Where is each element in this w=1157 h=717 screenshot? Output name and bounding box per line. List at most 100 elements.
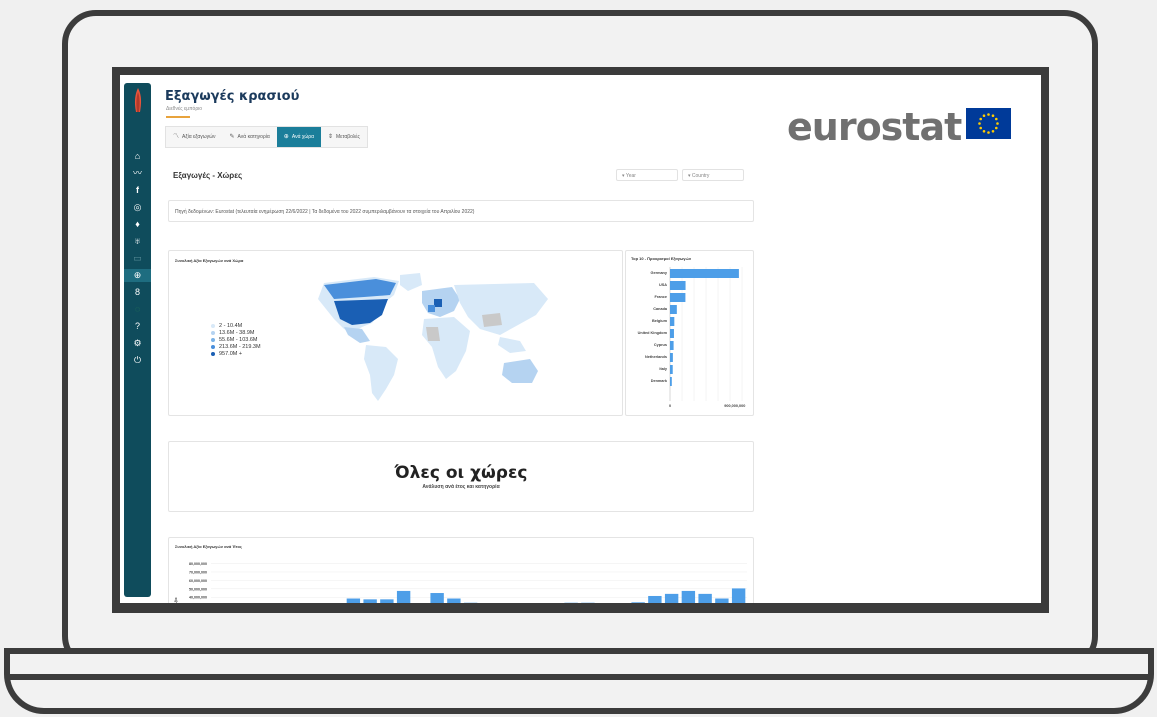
leaf-icon[interactable]: ◌ [124,303,151,316]
year-filter[interactable]: ▾ Year [616,169,678,181]
category-label: Germany [651,271,668,275]
top10-title: Top 10 - Προορισμοί Εξαγωγών [631,256,692,261]
category-label: Italy [659,367,667,371]
bar[interactable] [670,269,739,278]
grapes-icon[interactable]: ♦ [124,218,151,231]
bar[interactable] [670,365,673,374]
bar[interactable] [698,593,712,603]
page-subtitle: Διεθνές εμπόριο [166,106,203,112]
legend-swatch [211,330,215,335]
sidebar: ⌂ 〰 f ◎ ♦ ♅ ▭ ⊕ 8 ◌ ? ⚙ ⏻ [124,83,151,597]
bar[interactable] [380,599,394,603]
legend-item: 2 - 10.4M [211,322,291,329]
truck-icon[interactable]: ▭ [124,252,151,265]
bar[interactable] [430,593,444,603]
power-icon[interactable]: ⏻ [124,354,151,367]
eu-flag-icon [966,108,1011,139]
facebook-icon[interactable]: f [124,184,151,197]
top10-chart: Germany USA France Canada Belgium United King… [638,267,745,408]
star-icon [979,126,983,130]
legend-label: 957.0M + [219,350,243,357]
tab-export-value[interactable]: 〽 Αξία εξαγωγών [166,127,223,147]
bar[interactable] [670,329,674,338]
laptop-base [4,648,1154,714]
bar[interactable] [670,353,673,362]
globe-icon: ⊕ [283,134,289,140]
legend-item: 213.6M - 219.3M [211,343,291,350]
glass-icon[interactable]: ♅ [124,235,151,248]
star-icon [982,114,986,118]
bottle-icon: ✎ [229,134,235,140]
bar[interactable] [396,590,411,603]
bar[interactable] [670,377,672,386]
star-icon [991,114,995,118]
legend-label: 2 - 10.4M [219,322,243,329]
map-asia-sea [498,337,526,353]
legend-item: 55.6M - 103.6M [211,336,291,343]
wine-logo-icon [134,88,142,112]
category-label: Netherlands [645,355,667,359]
bar[interactable] [670,341,674,350]
bar[interactable] [670,293,686,302]
bar[interactable] [447,598,461,603]
tab-by-country[interactable]: ⊕ Ανά χώρα [276,127,321,147]
legend-swatch [211,344,215,349]
medal-icon[interactable]: 8 [124,286,151,299]
star-icon [987,113,990,116]
bar[interactable] [346,598,361,603]
bar[interactable] [670,281,686,290]
tab-by-category[interactable]: ✎ Ανά κατηγορία [223,127,277,147]
all-countries-title: Όλες οι χώρες [394,463,528,483]
bar[interactable] [670,317,675,326]
instagram-icon[interactable]: ◎ [124,201,151,214]
tick-label: 80,000,000 [189,562,207,566]
star-icon [994,126,998,130]
map-asia-nodata [482,313,502,327]
globe-icon[interactable]: ⊕ [124,269,151,282]
world-map[interactable] [304,271,554,411]
bar[interactable] [664,593,679,603]
map-africa [422,317,470,379]
bar[interactable] [631,602,645,603]
tick-label: 0 [669,404,671,408]
laptop-hinge [10,674,1148,680]
map-asia [454,283,548,335]
legend-swatch [211,351,215,356]
legend-label: 13.6M - 38.9M [219,329,255,336]
map-card: Συνολική Αξία Εξαγωγών ανά Χώρα 2 - 10.4… [168,250,623,416]
category-label: Canada [653,307,668,311]
country-filter[interactable]: ▾ Country [682,169,744,181]
home-icon[interactable]: ⌂ [124,150,151,163]
settings-icon[interactable]: ⚙ [124,337,151,350]
star-icon [994,117,998,121]
trend-icon[interactable]: 〰 [124,167,151,180]
star-icon [987,131,990,134]
page-title: Εξαγωγές κρασιού [165,89,300,104]
star-icon [996,122,999,125]
tab-label: Ανά χώρα [291,134,314,140]
sort-icon: ⇕ [327,134,334,140]
category-label: France [655,295,667,299]
trend-icon: 〽 [173,134,180,140]
source-note: Πηγή δεδομένων: Eurostat (τελευταία ενημ… [168,200,754,222]
yearly-card: Συνολική Αξία Εξαγωγών ανά Έτος 80,000,0… [168,537,754,603]
category-label: USA [659,283,667,287]
bar[interactable] [363,599,377,603]
bar[interactable] [670,305,677,314]
bar[interactable] [681,590,696,603]
legend-item: 957.0M + [211,350,291,357]
bar[interactable] [648,595,662,603]
help-icon[interactable]: ? [124,320,151,333]
tab-changes[interactable]: ⇕ Μεταβολές [321,127,367,147]
bar[interactable] [731,588,746,603]
tick-label: 50,000,000 [189,587,207,591]
tab-label: Αξία εξαγωγών [182,134,216,140]
yearly-title: Συνολική Αξία Εξαγωγών ανά Έτος [175,544,242,549]
category-label: Denmark [651,379,668,383]
tab-label: Μεταβολές [336,134,360,140]
category-label: Belgium [652,319,668,323]
app-screen: ⌂ 〰 f ◎ ♦ ♅ ▭ ⊕ 8 ◌ ? ⚙ ⏻ Εξαγωγές κρασι… [120,75,1041,603]
tab-label: Ανά κατηγορία [237,134,270,140]
tick-label: 900,000,000 [724,404,745,408]
bar[interactable] [715,598,729,603]
